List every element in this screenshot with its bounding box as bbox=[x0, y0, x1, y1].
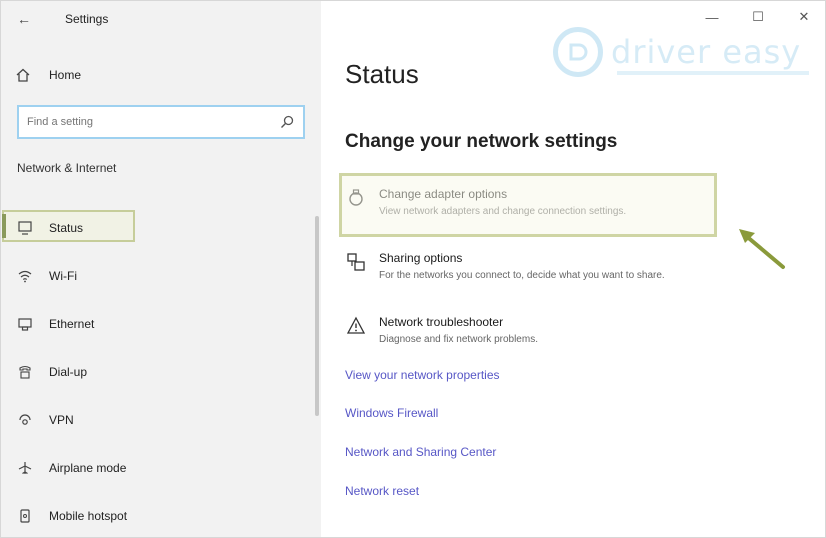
nav-scrollbar[interactable] bbox=[315, 216, 319, 416]
sidebar-item-label: Mobile hotspot bbox=[49, 509, 128, 523]
option-title: Sharing options bbox=[379, 251, 463, 265]
ethernet-icon bbox=[17, 316, 33, 332]
view-network-properties-link[interactable]: View your network properties bbox=[345, 368, 500, 382]
navigation-pane: ← Settings Home Network & Internet Statu… bbox=[1, 1, 321, 537]
sidebar-item-mobile-hotspot[interactable]: Mobile hotspot bbox=[1, 499, 321, 533]
wifi-icon bbox=[17, 268, 33, 284]
option-description: Diagnose and fix network problems. bbox=[379, 334, 538, 345]
page-title: Status bbox=[345, 59, 419, 89]
sidebar-item-vpn[interactable]: VPN bbox=[1, 403, 321, 437]
search-input[interactable] bbox=[27, 116, 267, 128]
sidebar-item-label: Wi-Fi bbox=[49, 269, 77, 283]
sidebar-item-dialup[interactable]: Dial-up bbox=[1, 355, 321, 389]
sidebar-item-label: Airplane mode bbox=[49, 461, 127, 475]
sidebar-item-label: VPN bbox=[49, 413, 74, 427]
sidebar-item-label: Dial-up bbox=[49, 365, 88, 379]
network-reset-link[interactable]: Network reset bbox=[345, 484, 419, 498]
back-button[interactable]: ← bbox=[1, 1, 47, 37]
annotation-highlight-box bbox=[339, 173, 717, 237]
option-description: For the networks you connect to, decide … bbox=[379, 270, 665, 281]
title-bar-left: ← Settings bbox=[1, 1, 321, 37]
option-title: Network troubleshooter bbox=[379, 315, 504, 329]
airplane-icon bbox=[17, 460, 33, 476]
section-title: Change your network settings bbox=[345, 131, 618, 152]
status-icon bbox=[17, 220, 33, 236]
watermark-logo: driver easy bbox=[553, 19, 815, 85]
search-box[interactable] bbox=[17, 105, 305, 139]
sidebar-item-airplane-mode[interactable]: Airplane mode bbox=[1, 451, 321, 485]
watermark-tagline-bar bbox=[617, 71, 809, 75]
home-icon bbox=[15, 67, 31, 83]
back-arrow-icon: ← bbox=[17, 11, 31, 27]
search-icon[interactable] bbox=[279, 114, 295, 130]
home-link[interactable]: Home bbox=[15, 63, 81, 87]
windows-firewall-link[interactable]: Windows Firewall bbox=[345, 406, 438, 420]
home-label: Home bbox=[49, 68, 82, 82]
sidebar-item-label: Ethernet bbox=[49, 317, 95, 331]
network-troubleshooter-link[interactable]: Network troubleshooter Diagnose and fix … bbox=[343, 305, 723, 363]
driver-easy-logo-icon bbox=[553, 27, 603, 77]
app-title: Settings bbox=[65, 12, 109, 26]
vpn-icon bbox=[17, 412, 33, 428]
sidebar-item-wifi[interactable]: Wi-Fi bbox=[1, 259, 321, 293]
sharing-options-link[interactable]: Sharing options For the networks you con… bbox=[343, 241, 723, 299]
dialup-icon bbox=[17, 364, 33, 380]
watermark-text: driver easy bbox=[611, 33, 802, 71]
troubleshooter-icon bbox=[345, 315, 367, 337]
annotation-arrow-icon bbox=[739, 229, 785, 269]
sharing-icon bbox=[345, 251, 367, 273]
sidebar-item-ethernet[interactable]: Ethernet bbox=[1, 307, 321, 341]
hotspot-icon bbox=[17, 508, 33, 524]
sidebar-item-label: Status bbox=[49, 221, 84, 235]
network-sharing-center-link[interactable]: Network and Sharing Center bbox=[345, 445, 496, 459]
section-header: Network & Internet bbox=[17, 161, 117, 175]
sidebar-item-status[interactable]: Status bbox=[1, 211, 321, 245]
settings-window: ← Settings Home Network & Internet Statu… bbox=[0, 0, 826, 538]
